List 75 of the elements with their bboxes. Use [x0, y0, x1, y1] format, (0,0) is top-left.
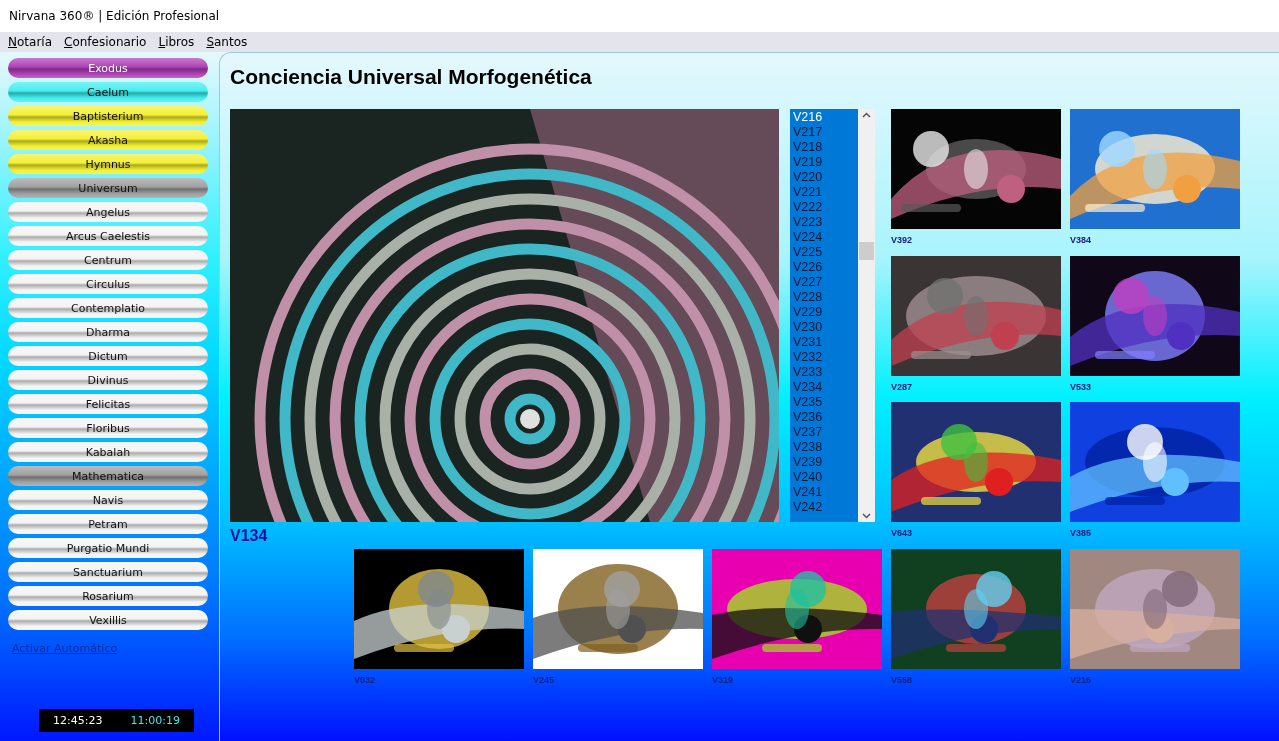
list-item[interactable]: V224 [793, 230, 858, 245]
thumbnail-label: V558 [891, 675, 914, 687]
list-item[interactable]: V231 [793, 335, 858, 350]
thumbnail-label: V392 [891, 235, 914, 247]
thumbnail-label: V319 [712, 675, 735, 687]
category-button[interactable]: Circulus [8, 274, 208, 294]
list-item[interactable]: V221 [793, 185, 858, 200]
category-button[interactable]: Angelus [8, 202, 208, 222]
category-button[interactable]: Sanctuarium [8, 562, 208, 582]
list-item[interactable]: V232 [793, 350, 858, 365]
list-item[interactable]: V233 [793, 365, 858, 380]
category-button[interactable]: Floribus [8, 418, 208, 438]
video-list[interactable]: V216 V217 V218 V219 V220 V221 V222 V223 V224 V225 V226 V227 V228 V229 V230 V231 V232 V233 V234 V235 V236 V237 V238 V239 V240 V241 V242 [790, 109, 875, 522]
category-button[interactable]: Dictum [8, 346, 208, 366]
list-item[interactable]: V242 [793, 500, 858, 515]
category-button[interactable]: Hymnus [8, 154, 208, 174]
list-item[interactable]: V217 [793, 125, 858, 140]
list-item[interactable]: V241 [793, 485, 858, 500]
thumbnail-label: V643 [891, 528, 914, 541]
category-button[interactable]: Dharma [8, 322, 208, 342]
list-item[interactable]: V238 [793, 440, 858, 455]
list-item[interactable]: V220 [793, 170, 858, 185]
chevron-down-icon[interactable] [862, 513, 871, 519]
list-item[interactable]: V216 [793, 110, 858, 125]
list-item[interactable]: V218 [793, 140, 858, 155]
category-button[interactable]: Caelum [8, 82, 208, 102]
thumbnail-label: V384 [1070, 235, 1093, 247]
page-title: Conciencia Universal Morfogenética [230, 65, 593, 89]
list-item[interactable]: V227 [793, 275, 858, 290]
list-item[interactable]: V219 [793, 155, 858, 170]
list-item[interactable]: V229 [793, 305, 858, 320]
list-item[interactable]: V223 [793, 215, 858, 230]
category-button[interactable]: Centrum [8, 250, 208, 270]
category-button[interactable]: Arcus Caelestis [8, 226, 208, 246]
category-button[interactable]: Universum [8, 178, 208, 198]
category-button[interactable]: Purgatio Mundi [8, 538, 208, 558]
list-item[interactable]: V237 [793, 425, 858, 440]
thumbnail-label: V385 [1070, 528, 1093, 541]
list-item[interactable]: V236 [793, 410, 858, 425]
thumbnail-label: V245 [533, 675, 556, 687]
category-button[interactable]: Mathematica [8, 466, 208, 486]
category-button[interactable]: Navis [8, 490, 208, 510]
category-button[interactable]: Contemplatio [8, 298, 208, 318]
list-item[interactable]: V240 [793, 470, 858, 485]
category-button[interactable]: Petram [8, 514, 208, 534]
category-button[interactable]: Felicitas [8, 394, 208, 414]
menu-item[interactable]: Confesionario [64, 35, 147, 49]
list-item[interactable]: V226 [793, 260, 858, 275]
category-button[interactable]: Baptisterium [8, 106, 208, 126]
scrollbar[interactable] [858, 109, 875, 522]
menu-item[interactable]: Santos [206, 35, 248, 49]
menu-item[interactable]: Notaría [8, 35, 52, 49]
clock-time: 12:45:23 [53, 714, 103, 727]
thumbnail-label: V287 [891, 381, 914, 394]
list-item[interactable]: V239 [793, 455, 858, 470]
category-button[interactable]: Akasha [8, 130, 208, 150]
list-item[interactable]: V230 [793, 320, 858, 335]
list-item[interactable]: V228 [793, 290, 858, 305]
thumbnail-label: V032 [354, 675, 377, 687]
category-button[interactable]: Divinus [8, 370, 208, 390]
thumbnail-label: V216 [1070, 675, 1093, 687]
category-button[interactable]: Kabalah [8, 442, 208, 462]
list-item[interactable]: V234 [793, 380, 858, 395]
thumbnail-label: V533 [1070, 381, 1093, 394]
list-item[interactable]: V225 [793, 245, 858, 260]
chevron-up-icon[interactable] [862, 112, 871, 118]
scroll-thumb[interactable] [859, 241, 874, 260]
list-item[interactable]: V222 [793, 200, 858, 215]
category-button[interactable]: Vexillis [8, 610, 208, 630]
list-item[interactable]: V235 [793, 395, 858, 410]
category-button[interactable]: Exodus [8, 58, 208, 78]
featured-label: V134 [230, 527, 269, 545]
menu-item[interactable]: Libros [158, 35, 195, 49]
category-button[interactable]: Rosarium [8, 586, 208, 606]
timer-time: 11:00:19 [130, 714, 180, 727]
